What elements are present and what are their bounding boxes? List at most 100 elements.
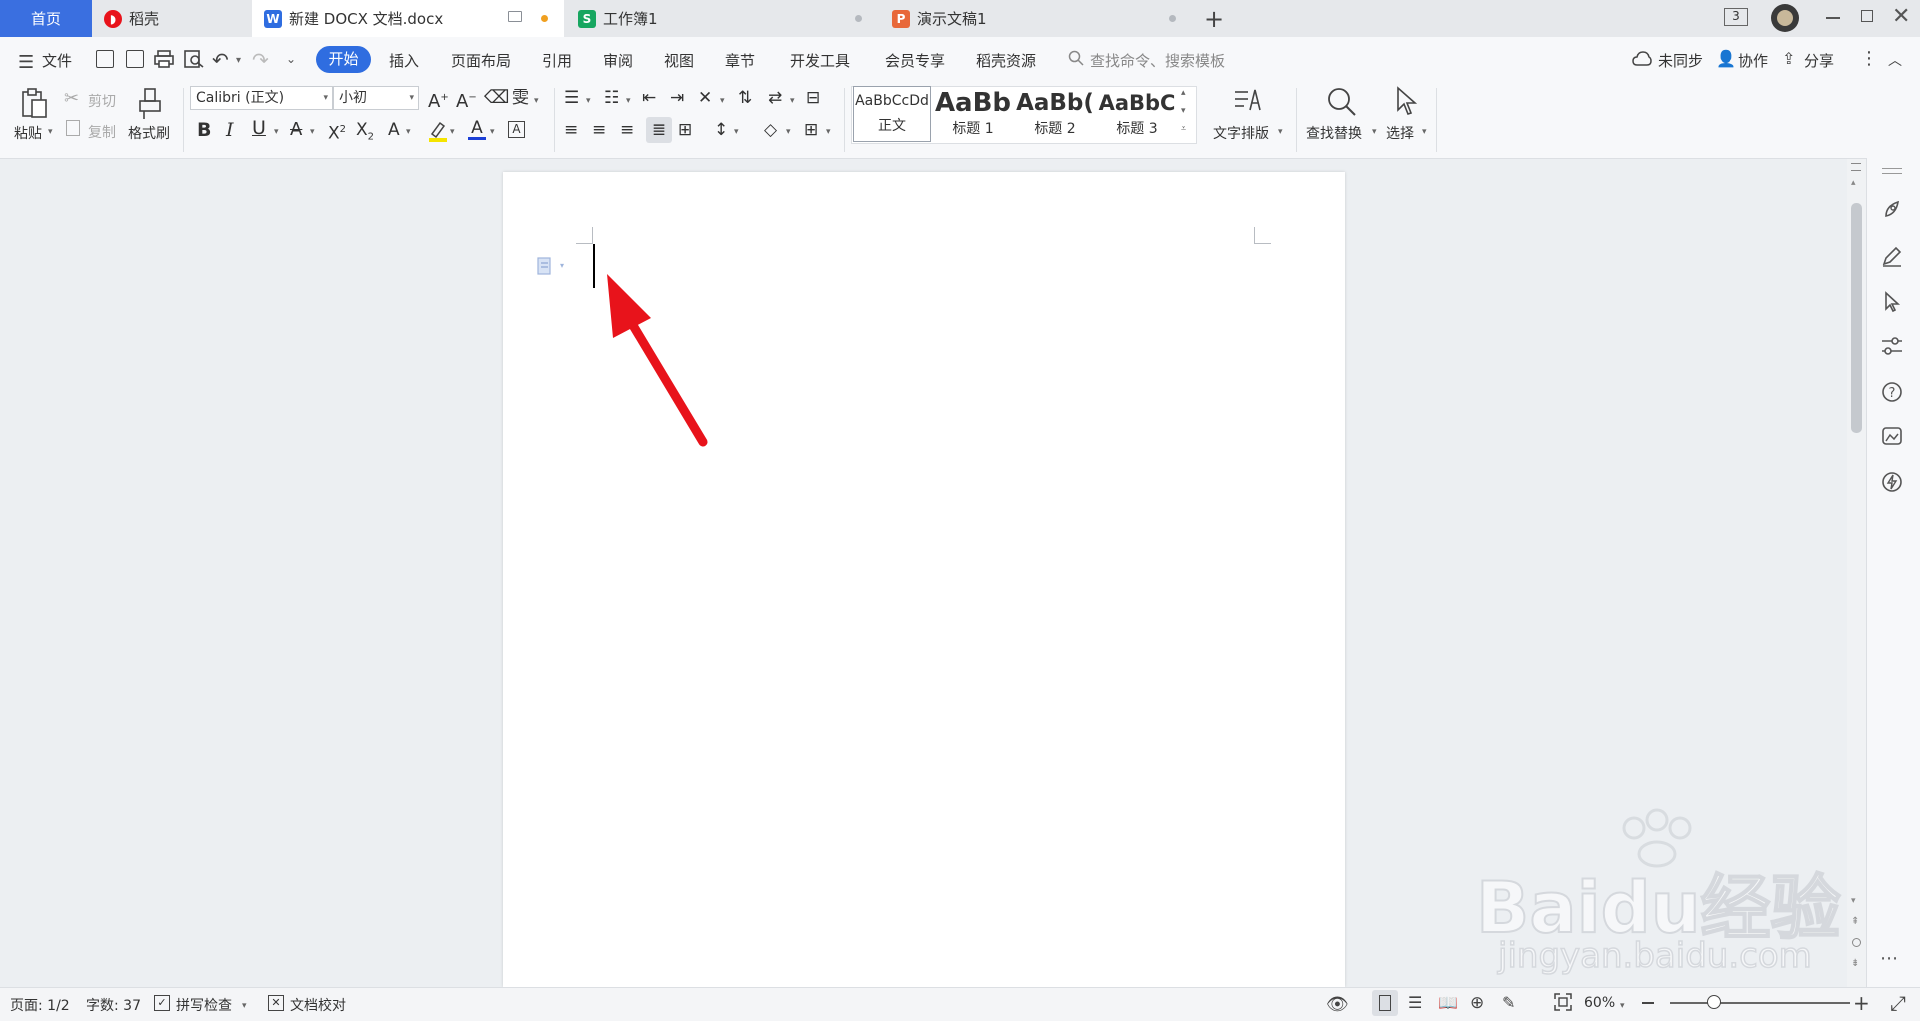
text-effect-icon[interactable]: A	[388, 120, 400, 140]
borders-dropdown-icon[interactable]: ▾	[826, 127, 831, 137]
scroll-top-icon[interactable]	[1851, 163, 1861, 171]
text-layout-button[interactable]: 文字排版	[1213, 123, 1269, 143]
zoom-slider-track[interactable]	[1670, 1002, 1850, 1004]
save-icon[interactable]	[96, 50, 114, 68]
proofread-button[interactable]: 文档校对	[290, 995, 346, 1015]
reading-view-icon[interactable]: 📖	[1438, 993, 1458, 1012]
tab-stops-icon[interactable]: ⊟	[806, 88, 820, 108]
find-replace-dropdown-icon[interactable]: ▾	[1372, 127, 1377, 137]
borders-icon[interactable]: ⊞	[804, 120, 818, 140]
search-icon[interactable]	[1068, 50, 1084, 66]
text-layout-dropdown-icon[interactable]: ▾	[1278, 127, 1283, 137]
search-command-input[interactable]: 查找命令、搜索模板	[1090, 50, 1225, 71]
minimize-icon[interactable]	[1826, 17, 1840, 19]
styles-expand-icon[interactable]: ⩡	[1181, 124, 1186, 134]
menu-references[interactable]: 引用	[542, 50, 572, 71]
cloud-sync-icon[interactable]	[1632, 51, 1652, 67]
spell-check-dropdown-icon[interactable]: ▾	[242, 1001, 247, 1011]
page-view-button[interactable]	[1372, 990, 1398, 1016]
zoom-out-icon[interactable]	[1642, 1002, 1654, 1004]
style-heading-1[interactable]: AaBb 标题 1	[933, 86, 1013, 142]
font-color-icon[interactable]: A	[468, 118, 486, 142]
redo-icon[interactable]: ↷	[252, 48, 269, 72]
rocket-icon[interactable]	[1880, 198, 1904, 222]
align-left-icon[interactable]: ≡	[564, 120, 578, 140]
style-heading-3[interactable]: AaBbC 标题 3	[1097, 86, 1177, 142]
italic-icon[interactable]: I	[226, 120, 234, 140]
tab-workbook[interactable]: S 工作簿1	[566, 0, 878, 37]
window-count-badge[interactable]: 3	[1724, 8, 1748, 26]
web-view-icon[interactable]: ⊕	[1470, 993, 1484, 1013]
collaborate-button[interactable]: 协作	[1738, 50, 1768, 71]
sort-icon[interactable]: ⇅	[738, 88, 752, 108]
strikethrough-dropdown-icon[interactable]: ▾	[310, 127, 315, 137]
close-icon[interactable]: ✕	[1892, 4, 1910, 29]
adjust-sliders-icon[interactable]	[1880, 334, 1904, 358]
style-normal[interactable]: AaBbCcDd 正文	[853, 86, 931, 142]
pinyin-dropdown-icon[interactable]: ▾	[534, 96, 539, 106]
sync-status[interactable]: 未同步	[1658, 50, 1703, 71]
styles-scroll-up-icon[interactable]: ▴	[1181, 88, 1186, 98]
paragraph-layout-dropdown-icon[interactable]: ▾	[560, 261, 564, 270]
paste-dropdown-icon[interactable]: ▾	[48, 127, 53, 137]
bullet-list-icon[interactable]: ☰	[564, 88, 579, 108]
bullet-dropdown-icon[interactable]: ▾	[586, 96, 591, 106]
zoom-slider-handle[interactable]	[1707, 995, 1721, 1009]
select-button[interactable]: 选择	[1386, 123, 1414, 143]
prev-page-icon[interactable]: ⇞	[1851, 916, 1859, 927]
copy-button[interactable]: 复制	[88, 122, 116, 142]
fit-page-icon[interactable]	[1554, 993, 1572, 1011]
sidebar-handle-icon[interactable]	[1882, 168, 1902, 174]
new-tab-plus-icon[interactable]: +	[1204, 5, 1224, 33]
find-replace-button[interactable]: 查找替换	[1306, 123, 1362, 143]
highlight-icon[interactable]	[428, 120, 448, 142]
shading-dropdown-icon[interactable]: ▾	[786, 127, 791, 137]
copy-icon[interactable]	[66, 120, 80, 136]
select-cursor-icon[interactable]	[1394, 86, 1418, 116]
underline-dropdown-icon[interactable]: ▾	[274, 127, 279, 137]
font-size-select[interactable]: 小初 ▾	[333, 86, 419, 110]
text-layout-icon[interactable]	[1232, 86, 1264, 116]
align-center-icon[interactable]: ≡	[592, 120, 606, 140]
char-border-icon[interactable]: A	[508, 121, 525, 138]
styles-scroll-down-icon[interactable]: ▾	[1181, 106, 1186, 116]
print-preview-icon[interactable]	[184, 50, 204, 68]
highlight-dropdown-icon[interactable]: ▾	[450, 127, 455, 137]
menu-docer-resources[interactable]: 稻壳资源	[976, 50, 1036, 71]
page-count[interactable]: 页面: 1/2	[10, 995, 70, 1015]
menu-review[interactable]: 审阅	[603, 50, 633, 71]
font-name-select[interactable]: Calibri (正文) ▾	[190, 86, 333, 110]
clear-format-icon[interactable]: ⌫	[484, 88, 509, 108]
tab-home[interactable]: 首页	[0, 0, 92, 37]
zoom-level[interactable]: 60%	[1584, 995, 1615, 1011]
menu-developer[interactable]: 开发工具	[790, 50, 850, 71]
pinyin-guide-icon[interactable]: 雯	[512, 88, 529, 108]
scroll-up-icon[interactable]: ▴	[1851, 178, 1856, 188]
export-pdf-icon[interactable]	[126, 50, 144, 68]
format-painter-icon[interactable]	[138, 87, 162, 121]
distribute-icon[interactable]: ⊞	[678, 120, 692, 140]
word-count[interactable]: 字数: 37	[86, 995, 141, 1015]
undo-icon[interactable]: ↶	[212, 48, 229, 72]
fullscreen-icon[interactable]: ⤢	[1890, 991, 1906, 1015]
spell-check-button[interactable]: 拼写检查	[176, 995, 232, 1015]
browse-object-icon[interactable]	[1852, 938, 1861, 947]
write-mode-icon[interactable]: ✎	[1502, 993, 1515, 1012]
text-direction-dropdown-icon[interactable]: ▾	[790, 96, 795, 106]
menu-view[interactable]: 视图	[664, 50, 694, 71]
more-options-icon[interactable]: ⋮	[1860, 48, 1878, 69]
lightning-icon[interactable]	[1880, 470, 1904, 494]
font-color-dropdown-icon[interactable]: ▾	[490, 127, 495, 137]
align-right-icon[interactable]: ≡	[620, 120, 634, 140]
numbered-list-icon[interactable]: ☷	[604, 88, 619, 108]
menu-chapter[interactable]: 章节	[725, 50, 755, 71]
format-painter-button[interactable]: 格式刷	[128, 123, 170, 143]
menu-page-layout[interactable]: 页面布局	[451, 50, 511, 71]
paste-icon[interactable]	[20, 87, 48, 119]
tab-document[interactable]: W 新建 DOCX 文档.docx	[252, 0, 564, 37]
tab-presentation[interactable]: P 演示文稿1	[880, 0, 1192, 37]
share-button[interactable]: 分享	[1804, 50, 1834, 71]
zoom-in-icon[interactable]: +	[1853, 991, 1870, 1015]
bold-icon[interactable]: B	[197, 120, 211, 140]
justify-button[interactable]: ≣	[646, 117, 672, 143]
